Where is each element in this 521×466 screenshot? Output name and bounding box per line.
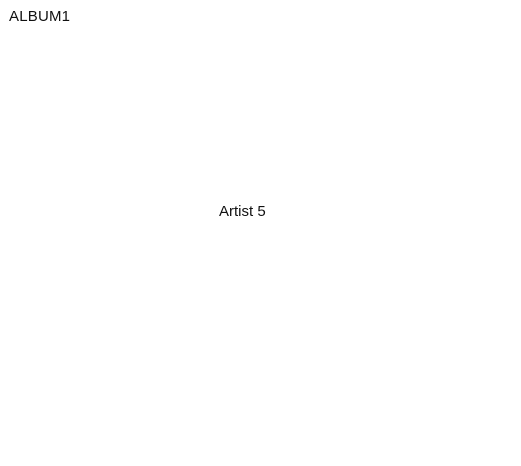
album-title: ALBUM1 [9, 8, 71, 25]
album-view: ALBUM1 Artist 5 [0, 0, 521, 466]
artist-name: Artist 5 [219, 203, 266, 220]
